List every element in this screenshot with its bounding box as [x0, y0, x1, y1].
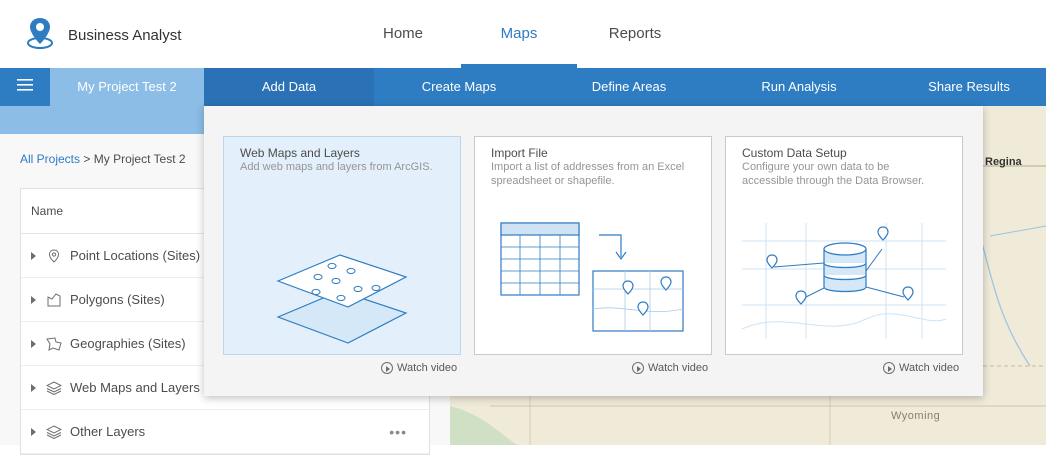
table-row[interactable]: Other Layers ••• — [21, 410, 429, 454]
pin-icon — [46, 248, 62, 264]
breadcrumb-current: My Project Test 2 — [93, 152, 186, 166]
row-label: Geographies (Sites) — [70, 336, 186, 351]
breadcrumb-separator: > — [83, 152, 91, 166]
menu-button[interactable] — [0, 68, 50, 106]
more-options-icon[interactable]: ••• — [389, 424, 407, 440]
card-title: Import File — [491, 146, 548, 160]
brand[interactable]: Business Analyst — [26, 16, 181, 55]
card-description: Configure your own data to be accessible… — [742, 161, 925, 187]
app-name: Business Analyst — [68, 27, 182, 44]
row-label: Other Layers — [70, 424, 146, 439]
project-tab[interactable]: My Project Test 2 — [50, 68, 204, 106]
expand-caret-icon[interactable] — [31, 427, 36, 436]
watch-video-label: Watch video — [648, 362, 709, 374]
hamburger-menu-icon — [17, 78, 33, 96]
step-define-areas[interactable]: Define Areas — [544, 68, 714, 106]
nav-reports[interactable]: Reports — [577, 0, 693, 68]
polygon-icon — [46, 292, 62, 308]
custom-data-illustration — [741, 223, 947, 339]
watch-video-label: Watch video — [899, 362, 960, 374]
workflow-bar: My Project Test 2 Add Data Create Maps D… — [0, 68, 1046, 106]
map-label-wyoming: Wyoming — [891, 410, 941, 422]
import-file-illustration — [500, 222, 684, 332]
step-share-results[interactable]: Share Results — [884, 68, 1046, 106]
app-header: Business Analyst Home Maps Reports — [0, 0, 1046, 68]
play-icon — [632, 362, 644, 374]
map-label-regina: Regina — [985, 156, 1022, 168]
watch-video-custom-data[interactable]: Watch video — [883, 362, 959, 374]
play-icon — [883, 362, 895, 374]
layers-icon — [46, 424, 62, 440]
play-icon — [381, 362, 393, 374]
layers-icon — [46, 380, 62, 396]
card-custom-data-setup[interactable]: Custom Data Setup Configure your own dat… — [725, 136, 963, 355]
row-label: Polygons (Sites) — [70, 292, 165, 307]
breadcrumb-all-projects[interactable]: All Projects — [20, 152, 80, 166]
row-label: Point Locations (Sites) — [70, 248, 201, 263]
step-run-analysis[interactable]: Run Analysis — [714, 68, 884, 106]
workflow-steps: Add Data Create Maps Define Areas Run An… — [204, 68, 1046, 106]
nav-maps[interactable]: Maps — [461, 0, 577, 68]
watch-video-web-maps[interactable]: Watch video — [381, 362, 457, 374]
step-add-data[interactable]: Add Data — [204, 68, 374, 106]
step-create-maps[interactable]: Create Maps — [374, 68, 544, 106]
card-title: Web Maps and Layers — [240, 146, 360, 160]
row-label: Web Maps and Layers — [70, 380, 200, 395]
card-web-maps-and-layers[interactable]: Web Maps and Layers Add web maps and lay… — [223, 136, 461, 355]
top-nav: Home Maps Reports — [345, 0, 693, 68]
card-import-file[interactable]: Import File Import a list of addresses f… — [474, 136, 712, 355]
add-data-popup: Web Maps and Layers Add web maps and lay… — [204, 106, 983, 396]
watch-video-label: Watch video — [397, 362, 458, 374]
card-description: Import a list of addresses from an Excel… — [491, 161, 685, 187]
card-title: Custom Data Setup — [742, 146, 847, 160]
expand-caret-icon[interactable] — [31, 383, 36, 392]
breadcrumb: All Projects > My Project Test 2 — [20, 152, 186, 166]
expand-caret-icon[interactable] — [31, 251, 36, 260]
web-layers-illustration — [276, 254, 408, 344]
watch-video-import-file[interactable]: Watch video — [632, 362, 708, 374]
nav-home[interactable]: Home — [345, 0, 461, 68]
location-pin-icon — [26, 16, 54, 55]
expand-caret-icon[interactable] — [31, 339, 36, 348]
card-description: Add web maps and layers from ArcGIS. — [240, 161, 433, 173]
geography-icon — [46, 336, 62, 352]
expand-caret-icon[interactable] — [31, 295, 36, 304]
